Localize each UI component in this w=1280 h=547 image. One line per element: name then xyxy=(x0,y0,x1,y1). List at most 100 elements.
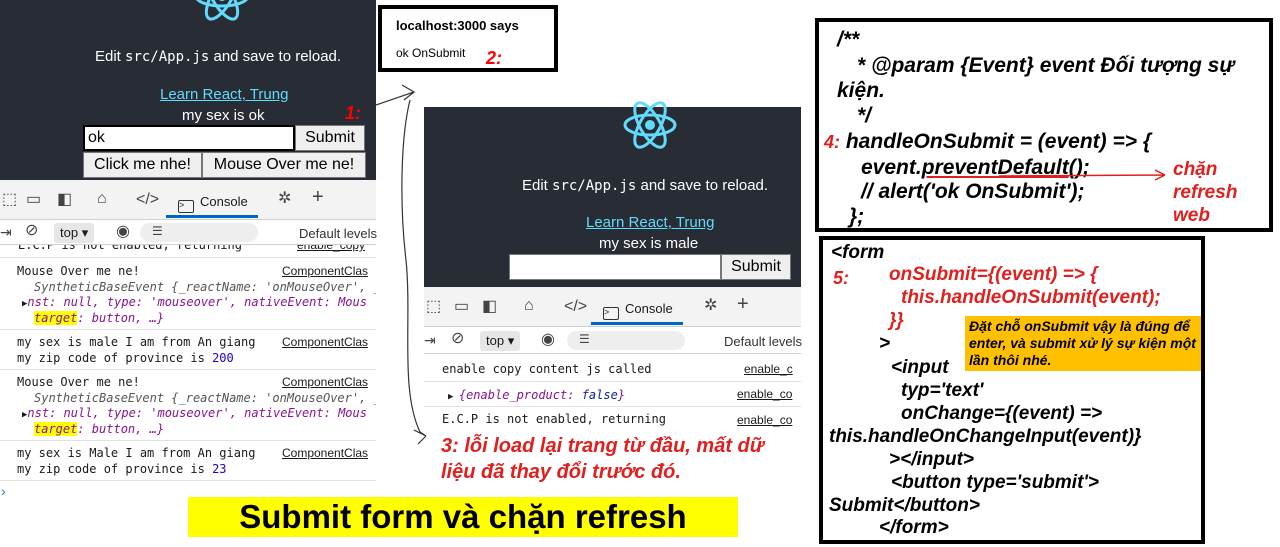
log-object: target: button, …} xyxy=(34,311,165,325)
code-line: 4: handleOnSubmit = (event) => { xyxy=(824,130,1152,153)
log-source-link[interactable]: ComponentClas xyxy=(282,446,368,460)
code-box-form: <form 5: onSubmit={(event) => { this.han… xyxy=(819,236,1205,544)
log-source-link[interactable]: ComponentClas xyxy=(282,335,368,349)
log-message: E.C.P is not enabled, returning xyxy=(442,412,666,426)
dock-icon[interactable]: ◧ xyxy=(482,299,497,315)
code-line: <input xyxy=(891,357,949,378)
eye-icon[interactable]: ◉ xyxy=(116,224,130,240)
console-icon: > xyxy=(178,200,194,213)
elements-icon[interactable]: </> xyxy=(564,299,587,315)
context-select[interactable]: top ▾ xyxy=(480,331,521,351)
submit-button[interactable]: Submit xyxy=(295,125,365,151)
log-object[interactable]: SyntheticBaseEvent {_reactName: 'onMouse… xyxy=(34,279,376,295)
code-box-handle-submit: /** * @param {Event} event Đối tượng sự … xyxy=(815,18,1273,232)
react-logo-icon xyxy=(196,0,248,21)
annotation-2: 2: xyxy=(486,48,503,68)
code-line: typ='text' xyxy=(901,380,984,401)
code-line: */ xyxy=(857,104,872,127)
log-object[interactable]: ▶ {enable_product: false} xyxy=(448,387,625,405)
inspect-icon[interactable]: ⬚ xyxy=(2,192,17,208)
filter-icon: ☰ xyxy=(152,224,163,238)
log-object[interactable]: SyntheticBaseEvent {_reactName: 'onMouse… xyxy=(34,390,376,406)
left-console-output: E.C.P is not enabled, returning enable_c… xyxy=(0,245,376,505)
add-tab-icon[interactable]: + xyxy=(737,294,749,314)
placement-note: Đặt chỗ onSubmit vậy là đúng để enter, v… xyxy=(965,316,1201,371)
eye-icon[interactable]: ◉ xyxy=(541,332,555,348)
code-line: > xyxy=(879,333,891,354)
log-source-link[interactable]: enable_co xyxy=(737,387,792,401)
bug-icon[interactable]: ✲ xyxy=(704,298,717,314)
sex-text: my sex is male xyxy=(599,235,699,252)
right-devtools-tabbar: ⬚ ▭ ◧ ⌂ </> > Console ✲ + xyxy=(424,287,801,327)
filter-input[interactable]: ☰ xyxy=(140,223,258,242)
code-line: ></input> xyxy=(889,449,974,470)
log-divider xyxy=(424,381,801,382)
text-input[interactable] xyxy=(509,254,721,280)
log-divider xyxy=(424,406,801,407)
log-message: my zip code of province is 23 xyxy=(17,462,227,476)
filter-input[interactable]: ☰ xyxy=(567,331,685,350)
code-line: this.handleOnSubmit(event); xyxy=(901,287,1161,308)
bug-icon[interactable]: ✲ xyxy=(278,191,291,207)
log-message: my sex is male I am from An giang xyxy=(17,335,256,349)
dock-icon[interactable]: ◧ xyxy=(57,192,72,208)
code-line: * @param {Event} event Đối tượng sự xyxy=(857,54,1235,77)
log-source-link[interactable]: enable_co xyxy=(737,413,792,427)
log-message: Mouse Over me ne! xyxy=(17,264,140,278)
log-message: enable copy content js called xyxy=(442,362,652,376)
annotation-1: 1: xyxy=(345,103,362,123)
page-title: Submit form và chặn refresh xyxy=(188,497,738,537)
submit-button[interactable]: Submit xyxy=(721,254,791,280)
arrow-to-alert xyxy=(375,84,416,106)
log-source-link[interactable]: enable_copy xyxy=(297,245,365,252)
edit-instruction: Edit src/App.js and save to reload. xyxy=(522,177,769,194)
alert-message: ok OnSubmit xyxy=(396,46,466,60)
code-line: this.handleOnChangeInput(event)} xyxy=(829,426,1142,447)
left-console-filterbar: ⇥ ⊘ top ▾ ◉ ☰ Default levels xyxy=(0,220,377,245)
code-line: Submit</button> xyxy=(829,495,980,516)
device-toggle-icon[interactable]: ▭ xyxy=(454,299,469,315)
log-message: E.C.P is not enabled, returning xyxy=(18,245,242,252)
left-devtools-tabbar: ⬚ ▭ ◧ ⌂ </> > Console ✲ + xyxy=(0,180,376,220)
red-arrow xyxy=(999,169,1166,181)
log-source-link[interactable]: ComponentClas xyxy=(282,264,368,278)
tab-console[interactable]: > Console xyxy=(166,188,258,218)
clear-console-icon[interactable]: ⊘ xyxy=(25,223,38,239)
annotation-5: 5: xyxy=(833,268,850,288)
elements-icon[interactable]: </> xyxy=(136,192,159,208)
code-line: onSubmit={(event) => { xyxy=(889,264,1098,285)
log-levels-select[interactable]: Default levels xyxy=(724,334,802,349)
log-divider xyxy=(0,257,376,258)
add-tab-icon[interactable]: + xyxy=(312,187,324,207)
left-react-app: Edit src/App.js and save to reload. Lear… xyxy=(0,0,376,180)
block-refresh-note: chặn refresh web xyxy=(1173,159,1238,226)
context-select[interactable]: top ▾ xyxy=(54,223,95,243)
learn-react-link[interactable]: Learn React, Trung xyxy=(586,214,714,231)
arrow-to-reload xyxy=(401,99,427,445)
log-divider xyxy=(0,480,376,481)
log-divider xyxy=(0,369,376,370)
learn-react-link[interactable]: Learn React, Trung xyxy=(160,86,288,103)
tab-console[interactable]: > Console xyxy=(591,295,683,325)
annotation-4: 4: xyxy=(824,132,841,152)
annotation-3: 3: lỗi load lại trang từ đầu, mất dữ liệ… xyxy=(441,435,765,483)
code-line: /** xyxy=(837,28,860,51)
device-toggle-icon[interactable]: ▭ xyxy=(26,192,41,208)
log-message: my zip code of province is 200 xyxy=(17,351,234,365)
mouse-over-button[interactable]: Mouse Over me ne! xyxy=(202,152,366,178)
right-react-app: Edit src/App.js and save to reload. Lear… xyxy=(424,101,801,287)
text-input[interactable]: ok xyxy=(83,125,295,151)
log-divider xyxy=(0,440,376,441)
log-source-link[interactable]: enable_c xyxy=(744,362,793,376)
right-console-output: enable copy content js called enable_c ▶… xyxy=(424,354,801,434)
sidebar-toggle-icon[interactable]: ⇥ xyxy=(0,224,12,240)
code-line: kiện. xyxy=(837,79,885,102)
welcome-home-icon[interactable]: ⌂ xyxy=(524,298,534,314)
console-prompt-icon[interactable]: › xyxy=(1,483,6,499)
welcome-home-icon[interactable]: ⌂ xyxy=(97,191,107,207)
click-me-button[interactable]: Click me nhe! xyxy=(83,152,202,178)
clear-console-icon[interactable]: ⊘ xyxy=(451,331,464,347)
code-line: }; xyxy=(849,205,865,228)
code-line: onChange={(event) => xyxy=(901,403,1103,424)
log-source-link[interactable]: ComponentClas xyxy=(282,375,368,389)
